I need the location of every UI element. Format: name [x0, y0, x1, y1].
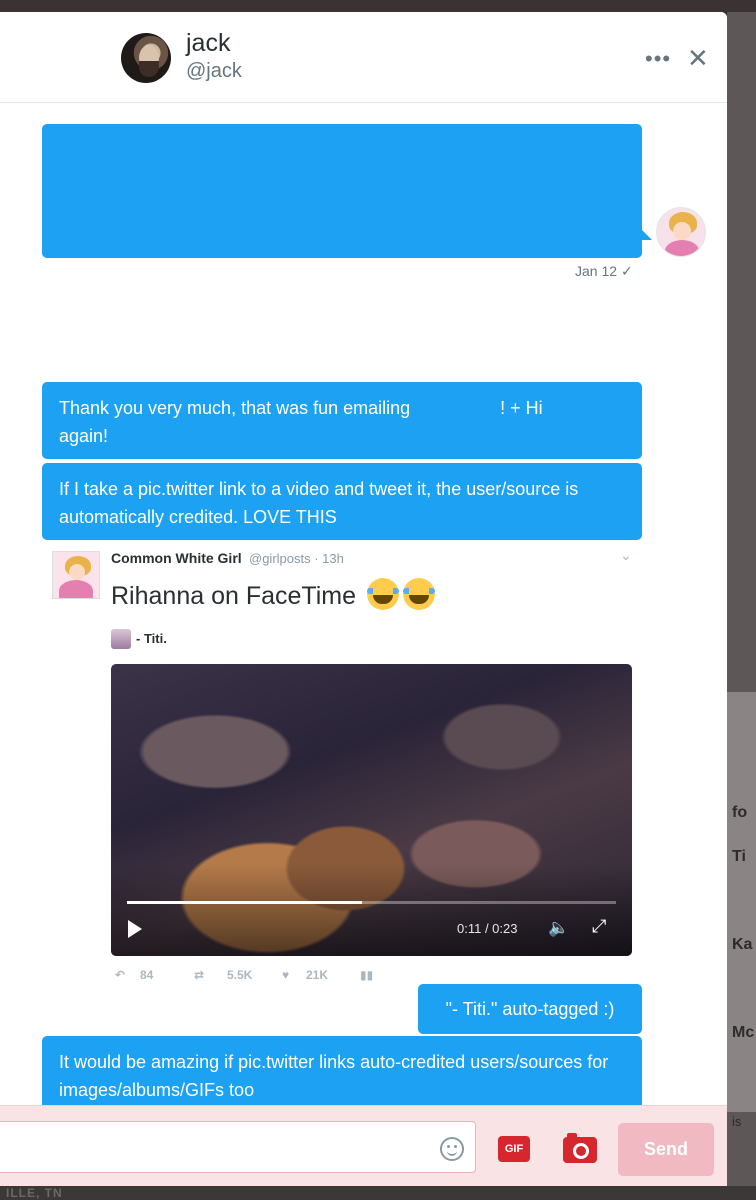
tweet-text: Rihanna on FaceTime — [111, 578, 435, 611]
tweet-author-handle[interactable]: @girlposts · 13h — [249, 551, 344, 566]
message-text: If I take a pic.twitter link to a video … — [59, 479, 579, 527]
camera-icon[interactable] — [563, 1133, 597, 1163]
reply-icon[interactable]: ↶ — [115, 968, 125, 982]
timestamp-text: Jan 12 — [575, 263, 618, 279]
message-composer: GIF Send — [0, 1105, 727, 1186]
background-page-right: fo Ti Ka Mc is — [727, 12, 756, 1200]
tweet-text-content: Rihanna on FaceTime — [111, 582, 357, 610]
video-progress-fill — [127, 901, 362, 904]
avatar[interactable] — [656, 207, 706, 257]
tagged-user[interactable]: - Titi. — [136, 631, 167, 646]
conversation-handle[interactable]: @jack — [186, 60, 242, 83]
embedded-tweet[interactable]: Common White Girl @girlposts · 13h ⌄ Rih… — [50, 547, 640, 987]
background-page-top — [0, 0, 756, 12]
send-button[interactable]: Send — [618, 1123, 714, 1176]
avatar[interactable] — [121, 33, 171, 83]
chevron-down-icon[interactable]: ⌄ — [620, 547, 632, 564]
message-text: It would be amazing if pic.twitter links… — [59, 1052, 609, 1100]
background-text: ILLE, TN — [6, 1186, 63, 1200]
message-input[interactable] — [0, 1121, 476, 1173]
conversation-header: jack @jack ••• ✕ — [0, 12, 727, 103]
background-text: Ka — [732, 936, 753, 953]
close-icon[interactable]: ✕ — [687, 45, 709, 71]
message-bubble — [42, 124, 642, 258]
retweet-icon[interactable]: ⇄ — [194, 968, 204, 982]
like-count: 21K — [306, 968, 329, 982]
message-bubble: It would be amazing if pic.twitter links… — [42, 1036, 642, 1116]
avatar[interactable] — [111, 629, 131, 649]
bubble-tail — [642, 230, 652, 240]
volume-icon[interactable]: 🔈 — [548, 918, 569, 938]
message-timestamp: Jan 12 ✓ — [575, 263, 633, 280]
emoji-icon[interactable] — [440, 1137, 464, 1161]
video-controls-shade — [111, 864, 632, 956]
dm-conversation-modal: jack @jack ••• ✕ Jan 12 ✓ Thank you very … — [0, 12, 727, 1186]
avatar[interactable] — [52, 551, 100, 599]
message-text: ! + Hi — [500, 398, 543, 418]
video-time: 0:11 / 0:23 — [457, 921, 518, 936]
background-text: fo — [732, 804, 748, 821]
background-panel — [727, 692, 756, 1112]
analytics-icon[interactable]: ▮▮ — [360, 968, 373, 982]
tweet-author-name[interactable]: Common White Girl — [111, 550, 242, 566]
message-text: again! — [59, 426, 109, 446]
gif-button[interactable]: GIF — [498, 1136, 530, 1162]
message-bubble: If I take a pic.twitter link to a video … — [42, 463, 642, 540]
retweet-count: 5.5K — [227, 968, 253, 982]
message-bubble: "- Titi." auto-tagged :) — [418, 984, 642, 1034]
background-page-bottom: ILLE, TN — [0, 1186, 756, 1200]
video-player[interactable]: 0:11 / 0:23 🔈 ⤢ — [111, 664, 632, 956]
message-text: "- Titi." auto-tagged :) — [445, 999, 615, 1019]
laughing-emoji-icon — [403, 578, 435, 610]
more-horizontal-icon[interactable]: ••• — [645, 46, 671, 72]
video-progress-bar[interactable] — [127, 901, 616, 904]
heart-icon[interactable]: ♥ — [282, 968, 289, 982]
conversation-name[interactable]: jack — [186, 29, 230, 58]
reply-count: 84 — [140, 968, 154, 982]
background-text: Ti — [732, 848, 746, 865]
check-icon: ✓ — [621, 263, 633, 279]
laughing-emoji-icon — [367, 578, 399, 610]
background-text: Mc — [732, 1024, 755, 1041]
message-bubble: Thank you very much, that was fun emaili… — [42, 382, 642, 459]
message-text: Thank you very much, that was fun emaili… — [59, 398, 416, 418]
background-text: is — [732, 1114, 742, 1129]
fullscreen-icon[interactable]: ⤢ — [592, 916, 606, 937]
play-icon[interactable] — [128, 920, 142, 938]
